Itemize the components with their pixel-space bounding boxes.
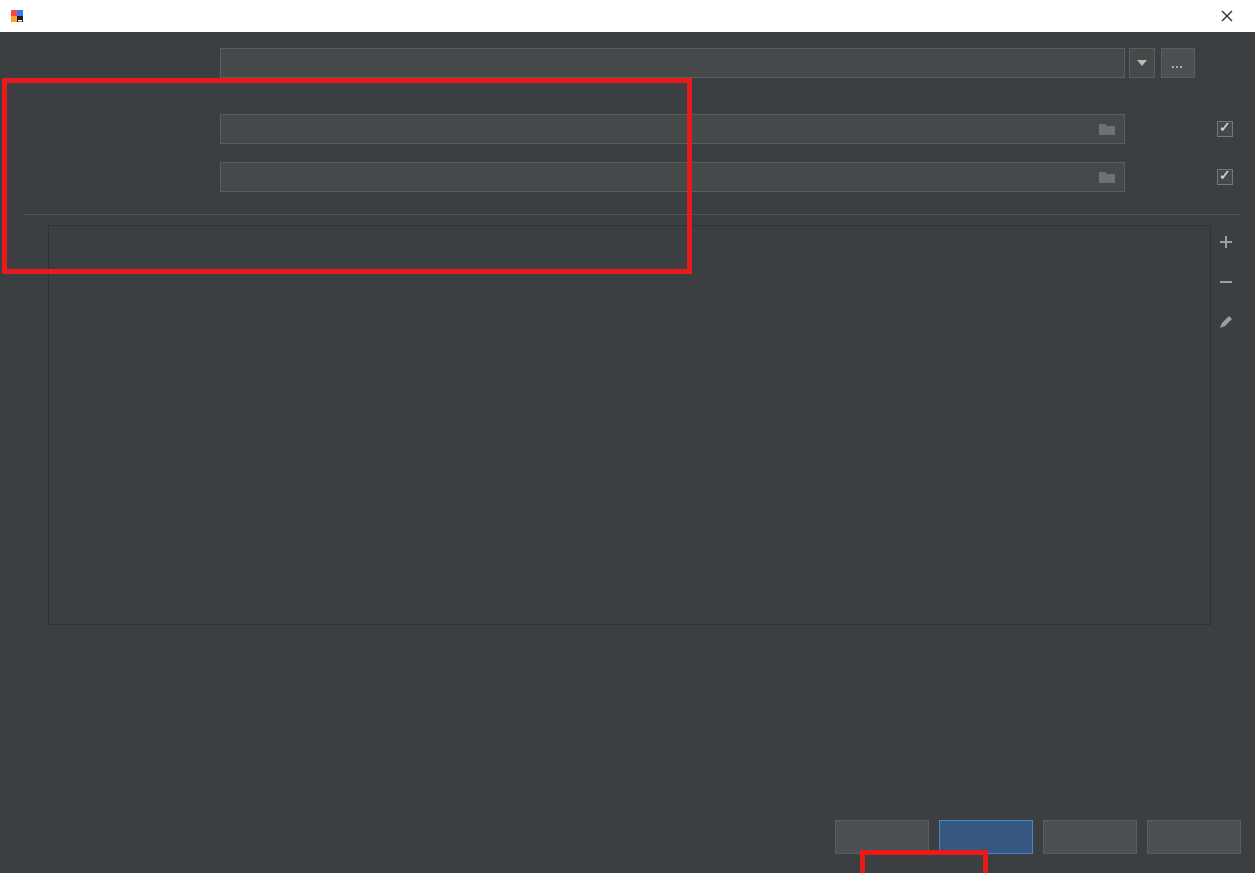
maven-home-dropdown-button[interactable]: [1129, 48, 1155, 78]
properties-section: [14, 212, 1241, 625]
maven-home-controls: …: [1129, 48, 1195, 78]
cancel-button[interactable]: [1043, 820, 1137, 854]
properties-header: [14, 212, 1241, 215]
maven-home-field-wrap: [220, 48, 1125, 78]
properties-header-divider: [24, 214, 1241, 215]
properties-container: [48, 225, 1241, 625]
local-repo-browse-button[interactable]: [1089, 162, 1125, 192]
dialog-client: …: [0, 32, 1255, 873]
user-settings-override-checkbox-wrap[interactable]: [1217, 121, 1241, 137]
previous-button[interactable]: [835, 820, 929, 854]
next-button[interactable]: [939, 820, 1033, 854]
user-settings-browse-button[interactable]: [1089, 114, 1125, 144]
close-window-button[interactable]: [1207, 2, 1247, 30]
add-property-button[interactable]: [1215, 231, 1237, 253]
user-settings-input[interactable]: [220, 114, 1089, 144]
properties-table[interactable]: [48, 225, 1211, 625]
window-titlebar: [0, 0, 1255, 32]
local-repo-field-wrap: [220, 162, 1125, 192]
maven-home-browse-button[interactable]: …: [1161, 48, 1195, 78]
remove-property-button[interactable]: [1215, 271, 1237, 293]
local-repo-override-checkbox[interactable]: [1217, 169, 1233, 185]
properties-toolbar: [1211, 225, 1241, 625]
local-repo-override-checkbox-wrap[interactable]: [1217, 169, 1241, 185]
help-button[interactable]: [1147, 820, 1241, 854]
intellij-logo-icon: [8, 7, 26, 25]
local-repo-input[interactable]: [220, 162, 1089, 192]
maven-home-input[interactable]: [220, 48, 1125, 78]
user-settings-override-checkbox[interactable]: [1217, 121, 1233, 137]
maven-settings-form: …: [14, 48, 1241, 192]
user-settings-field-wrap: [220, 114, 1125, 144]
dialog-footer: [0, 817, 1241, 857]
edit-property-button[interactable]: [1215, 311, 1237, 333]
